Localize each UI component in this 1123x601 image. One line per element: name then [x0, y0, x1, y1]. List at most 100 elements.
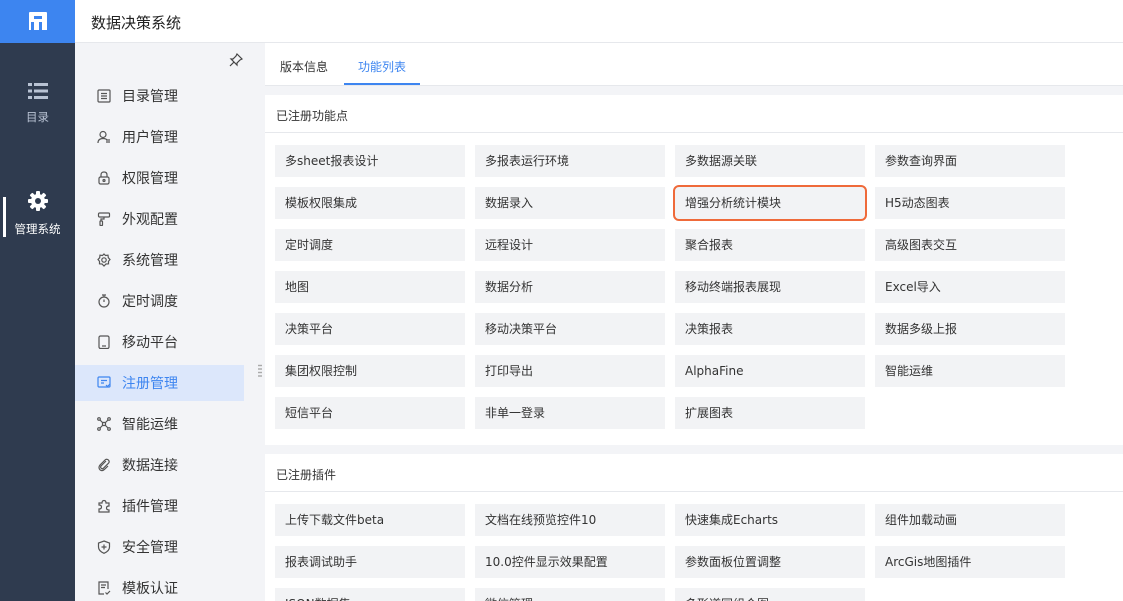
- menu-item-system[interactable]: 系统管理: [75, 242, 244, 278]
- tablet-icon: [95, 333, 113, 351]
- menu-item-users[interactable]: 用户管理: [75, 119, 244, 155]
- feature-chip: 定时调度: [275, 229, 465, 261]
- tab-bar: 版本信息 功能列表: [265, 43, 1123, 86]
- feature-chip: 数据多级上报: [875, 313, 1065, 345]
- menu-item-mobile[interactable]: 移动平台: [75, 324, 244, 360]
- menu-item-registration[interactable]: 注册管理: [75, 365, 244, 401]
- feature-chip: AlphaFine: [675, 355, 865, 387]
- feature-chip: 模板权限集成: [275, 187, 465, 219]
- template-icon: [95, 579, 113, 597]
- menu-item-label: 定时调度: [122, 294, 178, 310]
- menu-item-catalog[interactable]: 目录管理: [75, 78, 244, 114]
- secondary-menu: 目录管理 用户管理 权限管理 外观配置 系统管理 定时调度 移动平台 注册管理 …: [75, 43, 255, 601]
- feature-chip: 移动终端报表展现: [675, 271, 865, 303]
- list-icon: [27, 83, 48, 99]
- feature-chip: 数据录入: [475, 187, 665, 219]
- plugin-chip: 报表调试助手: [275, 546, 465, 578]
- feature-chip: 决策报表: [675, 313, 865, 345]
- feature-chip: 参数查询界面: [875, 145, 1065, 177]
- menu-item-label: 权限管理: [122, 171, 178, 187]
- feature-chip: 移动决策平台: [475, 313, 665, 345]
- menu-item-security[interactable]: 安全管理: [75, 529, 244, 565]
- left-rail: 目录 管理系统: [0, 0, 75, 601]
- menu-item-label: 数据连接: [122, 458, 178, 474]
- pin-icon[interactable]: [229, 53, 243, 67]
- menu-item-label: 插件管理: [122, 499, 178, 515]
- plugin-chip: 组件加载动画: [875, 504, 1065, 536]
- plugin-chip: 文档在线预览控件10: [475, 504, 665, 536]
- active-tab-indicator: [344, 83, 420, 85]
- plugin-chip: 10.0控件显示效果配置: [475, 546, 665, 578]
- drag-handle-icon[interactable]: [258, 364, 262, 378]
- feature-chip: 高级图表交互: [875, 229, 1065, 261]
- top-bar: 数据决策系统: [75, 0, 1123, 43]
- plugin-icon: [95, 497, 113, 515]
- menu-item-ops[interactable]: 智能运维: [75, 406, 244, 442]
- rail-item-admin[interactable]: 管理系统: [0, 190, 75, 260]
- main-content: 版本信息 功能列表 已注册功能点 多sheet报表设计 多报表运行环境 多数据源关联…: [265, 43, 1123, 601]
- timer-icon: [95, 292, 113, 310]
- feature-chip: 打印导出: [475, 355, 665, 387]
- tab-version-info[interactable]: 版本信息: [280, 58, 328, 75]
- menu-item-label: 用户管理: [122, 130, 178, 146]
- menu-item-label: 系统管理: [122, 253, 178, 269]
- app-logo[interactable]: [0, 0, 75, 43]
- network-icon: [95, 415, 113, 433]
- panel-title: 已注册插件: [276, 468, 337, 482]
- tab-feature-list[interactable]: 功能列表: [358, 58, 406, 75]
- feature-chip: 远程设计: [475, 229, 665, 261]
- user-icon: [95, 128, 113, 146]
- rail-item-catalog[interactable]: 目录: [0, 82, 75, 152]
- plugin-chip: JSON数据集: [275, 588, 465, 601]
- feature-chip: 多数据源关联: [675, 145, 865, 177]
- rail-item-label: 目录: [26, 110, 49, 124]
- feature-chip: 扩展图表: [675, 397, 865, 429]
- feature-chip: 聚合报表: [675, 229, 865, 261]
- panel-header: 已注册功能点: [265, 95, 1123, 133]
- menu-item-template-cert[interactable]: 模板认证: [75, 570, 244, 601]
- panel-title: 已注册功能点: [276, 109, 349, 123]
- feature-chip: 数据分析: [475, 271, 665, 303]
- feature-chip: Excel导入: [875, 271, 1065, 303]
- rail-item-label: 管理系统: [14, 222, 61, 236]
- link-icon: [95, 456, 113, 474]
- feature-chip: 智能运维: [875, 355, 1065, 387]
- plugin-chip: 参数面板位置调整: [675, 546, 865, 578]
- menu-item-appearance[interactable]: 外观配置: [75, 201, 244, 237]
- panel-splitter[interactable]: [255, 43, 265, 601]
- menu-item-label: 注册管理: [122, 376, 178, 392]
- gear-icon: [27, 191, 48, 211]
- feature-chip-highlighted: 增强分析统计模块: [673, 185, 867, 221]
- feature-chip: 短信平台: [275, 397, 465, 429]
- menu-item-label: 外观配置: [122, 212, 178, 228]
- plugin-chip: 快速集成Echarts: [675, 504, 865, 536]
- feature-chip: H5动态图表: [875, 187, 1065, 219]
- feature-chip: 地图: [275, 271, 465, 303]
- menu-item-schedule[interactable]: 定时调度: [75, 283, 244, 319]
- menu-item-label: 目录管理: [122, 89, 178, 105]
- menu-item-label: 安全管理: [122, 540, 178, 556]
- feature-chip: 决策平台: [275, 313, 465, 345]
- plugin-chip: ArcGis地图插件: [875, 546, 1065, 578]
- brush-icon: [95, 210, 113, 228]
- menu-item-permissions[interactable]: 权限管理: [75, 160, 244, 196]
- registered-plugins-panel: 已注册插件 上传下载文件beta 文档在线预览控件10 快速集成Echarts 组件加…: [265, 454, 1123, 601]
- feature-chip: 多sheet报表设计: [275, 145, 465, 177]
- register-icon: [95, 374, 113, 392]
- shield-icon: [95, 538, 113, 556]
- feature-chip: 集团权限控制: [275, 355, 465, 387]
- plugin-chip: 多形道同组合图: [675, 588, 865, 601]
- menu-item-plugins[interactable]: 插件管理: [75, 488, 244, 524]
- settings-icon: [95, 251, 113, 269]
- plugin-chip: 上传下载文件beta: [275, 504, 465, 536]
- registered-features-panel: 已注册功能点 多sheet报表设计 多报表运行环境 多数据源关联 参数查询界面模板权限…: [265, 95, 1123, 445]
- lock-icon: [95, 169, 113, 187]
- menu-item-label: 模板认证: [122, 581, 178, 597]
- menu-item-data-connection[interactable]: 数据连接: [75, 447, 244, 483]
- plugin-chip: 微信管理: [475, 588, 665, 601]
- panel-header: 已注册插件: [265, 454, 1123, 492]
- feature-chip: 非单一登录: [475, 397, 665, 429]
- menu-item-label: 移动平台: [122, 335, 178, 351]
- app-title: 数据决策系统: [91, 14, 182, 32]
- feature-chip: 多报表运行环境: [475, 145, 665, 177]
